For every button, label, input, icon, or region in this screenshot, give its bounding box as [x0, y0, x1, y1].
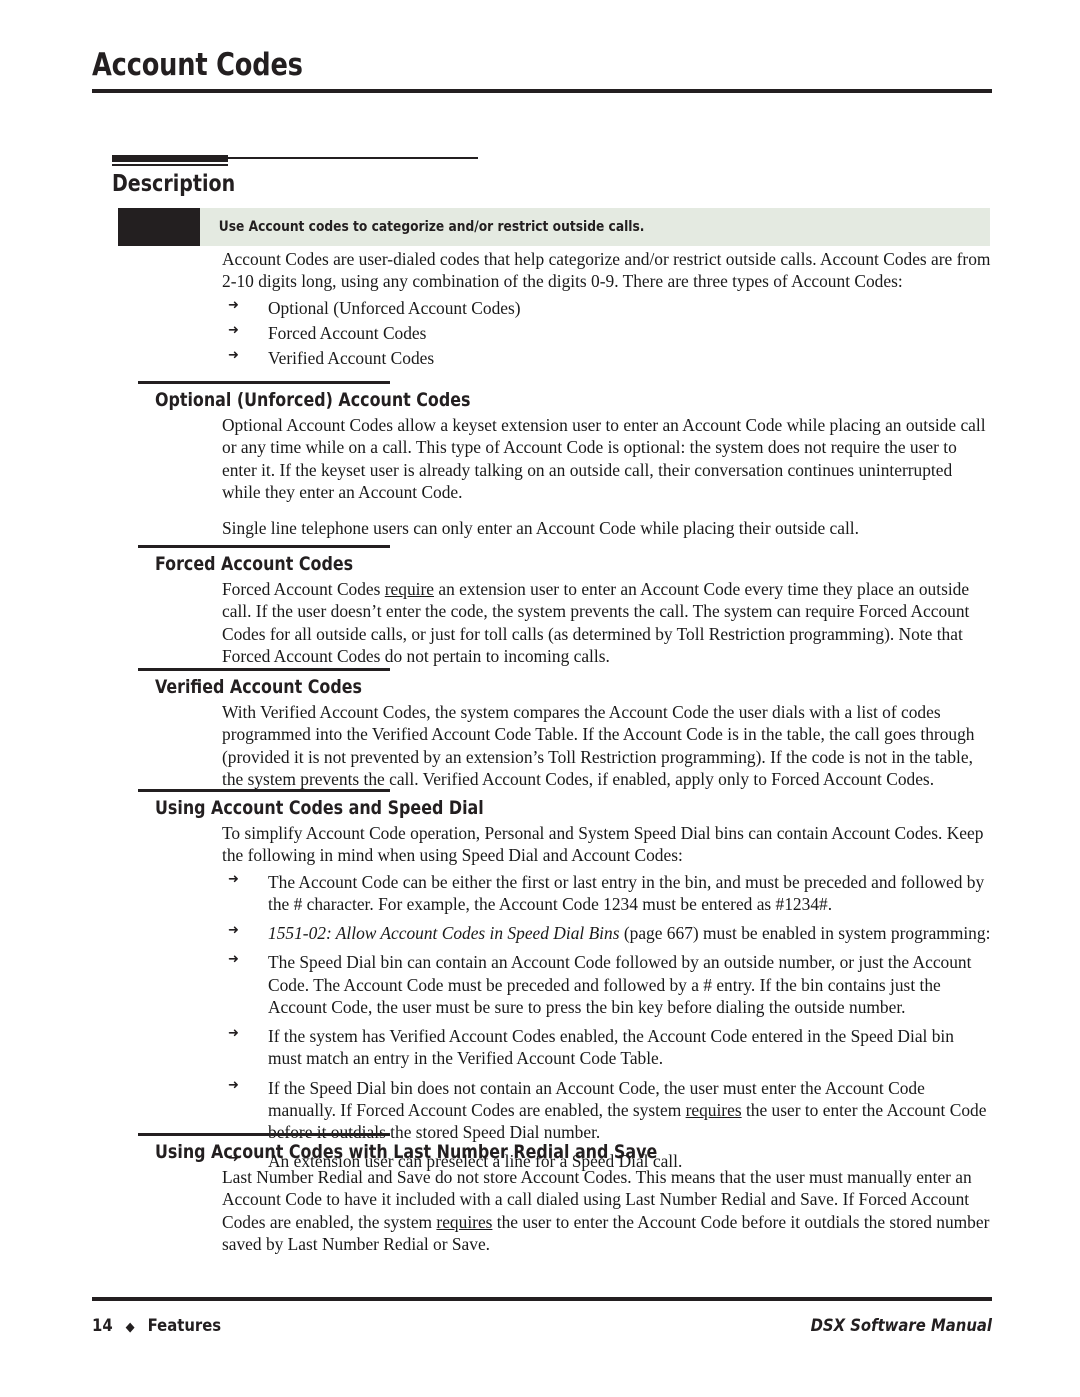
subsection-rule — [138, 668, 390, 671]
list-item: ➜ If the system has Verified Account Cod… — [222, 1025, 992, 1070]
subsection-speed-dial: Using Account Codes and Speed Dial To si… — [138, 789, 998, 1173]
arrow-bullet-icon: ➜ — [228, 1077, 239, 1093]
subsection-body: To simplify Account Code operation, Pers… — [222, 822, 992, 1173]
arrow-bullet-icon: ➜ — [228, 871, 239, 887]
footer-manual-title: DSX Software Manual — [810, 1316, 992, 1335]
callout-swatch — [118, 208, 200, 246]
paragraph-part: Forced Account Codes — [222, 579, 385, 599]
subsection-rule — [138, 1133, 390, 1136]
emphasis-requires: requires — [685, 1099, 742, 1120]
list-item-label: If the system has Verified Account Codes… — [268, 1026, 954, 1069]
list-item-label: The Speed Dial bin can contain an Accoun… — [268, 952, 972, 1017]
subsection-rule — [138, 789, 390, 792]
subsection-body: With Verified Account Codes, the system … — [222, 701, 992, 790]
list-item-label: The Account Code can be either the first… — [268, 871, 985, 914]
document-page: Account Codes Description Use Account co… — [0, 0, 1080, 1397]
list-item: ➜ Forced Account Codes — [222, 322, 992, 344]
callout-text: Use Account codes to categorize and/or r… — [218, 219, 645, 235]
section-intro: Account Codes are user-dialed codes that… — [222, 248, 992, 369]
page-footer: 14 ◆ Features DSX Software Manual — [92, 1297, 992, 1335]
paragraph: To simplify Account Code operation, Pers… — [222, 823, 984, 866]
subsection-title: Using Account Codes and Speed Dial — [155, 797, 484, 819]
emphasis-requires: requires — [436, 1211, 493, 1232]
diamond-icon: ◆ — [125, 1320, 135, 1335]
emphasis-require: require — [384, 579, 435, 599]
subsection-body: Last Number Redial and Save do not store… — [222, 1166, 992, 1255]
subsection-forced-account-codes: Forced Account Codes Forced Account Code… — [138, 545, 998, 667]
list-item: ➜ The Speed Dial bin can contain an Acco… — [222, 951, 992, 1018]
paragraph: Single line telephone users can only ent… — [222, 518, 859, 539]
subsection-title: Using Account Codes with Last Number Red… — [155, 1141, 658, 1163]
list-item: ➜ Verified Account Codes — [222, 347, 992, 369]
subsection-rule — [138, 381, 390, 384]
section-rule-thick — [112, 155, 228, 162]
footer-left: 14 ◆ Features — [92, 1316, 221, 1335]
page-header: Account Codes — [92, 48, 992, 93]
paragraph: Optional Account Codes allow a keyset ex… — [222, 415, 986, 502]
paragraph: Forced Account Codes require an extensio… — [222, 578, 992, 667]
section-rule-thin — [228, 157, 478, 159]
subsection-last-number-redial: Using Account Codes with Last Number Red… — [138, 1133, 998, 1255]
list-item: ➜ Optional (Unforced Account Codes) — [222, 297, 992, 319]
list-item-label: Optional (Unforced Account Codes) — [268, 297, 521, 318]
paragraph: Last Number Redial and Save do not store… — [222, 1166, 992, 1255]
list-item-label: (page 667) must be enabled in system pro… — [619, 923, 991, 944]
subsection-body: Forced Account Codes require an extensio… — [222, 578, 992, 667]
page-title: Account Codes — [92, 47, 303, 83]
arrow-bullet-icon: ➜ — [228, 952, 239, 968]
arrow-bullet-icon: ➜ — [228, 297, 239, 313]
subsection-title: Forced Account Codes — [155, 553, 354, 575]
arrow-bullet-icon: ➜ — [228, 322, 239, 338]
footer-row: 14 ◆ Features DSX Software Manual — [92, 1316, 992, 1335]
subsection-title: Verified Account Codes — [155, 676, 362, 698]
program-reference: 1551-02: Allow Account Codes in Speed Di… — [268, 923, 620, 944]
section-description: Description — [112, 155, 1002, 197]
section-rule — [112, 155, 1002, 169]
header-rule — [92, 88, 992, 93]
arrow-bullet-icon: ➜ — [228, 1026, 239, 1042]
list-item-label: Verified Account Codes — [268, 348, 435, 369]
intro-paragraph: Account Codes are user-dialed codes that… — [222, 249, 991, 292]
speed-dial-bullets: ➜ The Account Code can be either the fir… — [222, 871, 992, 1173]
subsection-verified-account-codes: Verified Account Codes With Verified Acc… — [138, 668, 998, 790]
list-item: ➜ The Account Code can be either the fir… — [222, 871, 992, 916]
section-rule-underline — [112, 164, 228, 166]
section-title: Description — [112, 171, 236, 197]
callout-body: Use Account codes to categorize and/or r… — [200, 208, 990, 246]
footer-section-label: Features — [147, 1316, 222, 1335]
callout-box: Use Account codes to categorize and/or r… — [118, 208, 990, 246]
subsection-title: Optional (Unforced) Account Codes — [155, 389, 471, 411]
list-item-label: Forced Account Codes — [268, 322, 427, 343]
footer-page-number: 14 — [92, 1316, 113, 1335]
subsection-rule — [138, 545, 390, 548]
list-item: ➜ 1551-02: Allow Account Codes in Speed … — [222, 922, 992, 944]
account-code-types-list: ➜ Optional (Unforced Account Codes) ➜ Fo… — [222, 297, 992, 370]
arrow-bullet-icon: ➜ — [228, 923, 239, 939]
footer-rule — [92, 1297, 992, 1301]
arrow-bullet-icon: ➜ — [228, 348, 239, 364]
paragraph: With Verified Account Codes, the system … — [222, 702, 975, 789]
subsection-optional-account-codes: Optional (Unforced) Account Codes Option… — [138, 381, 998, 539]
subsection-body: Optional Account Codes allow a keyset ex… — [222, 414, 992, 539]
